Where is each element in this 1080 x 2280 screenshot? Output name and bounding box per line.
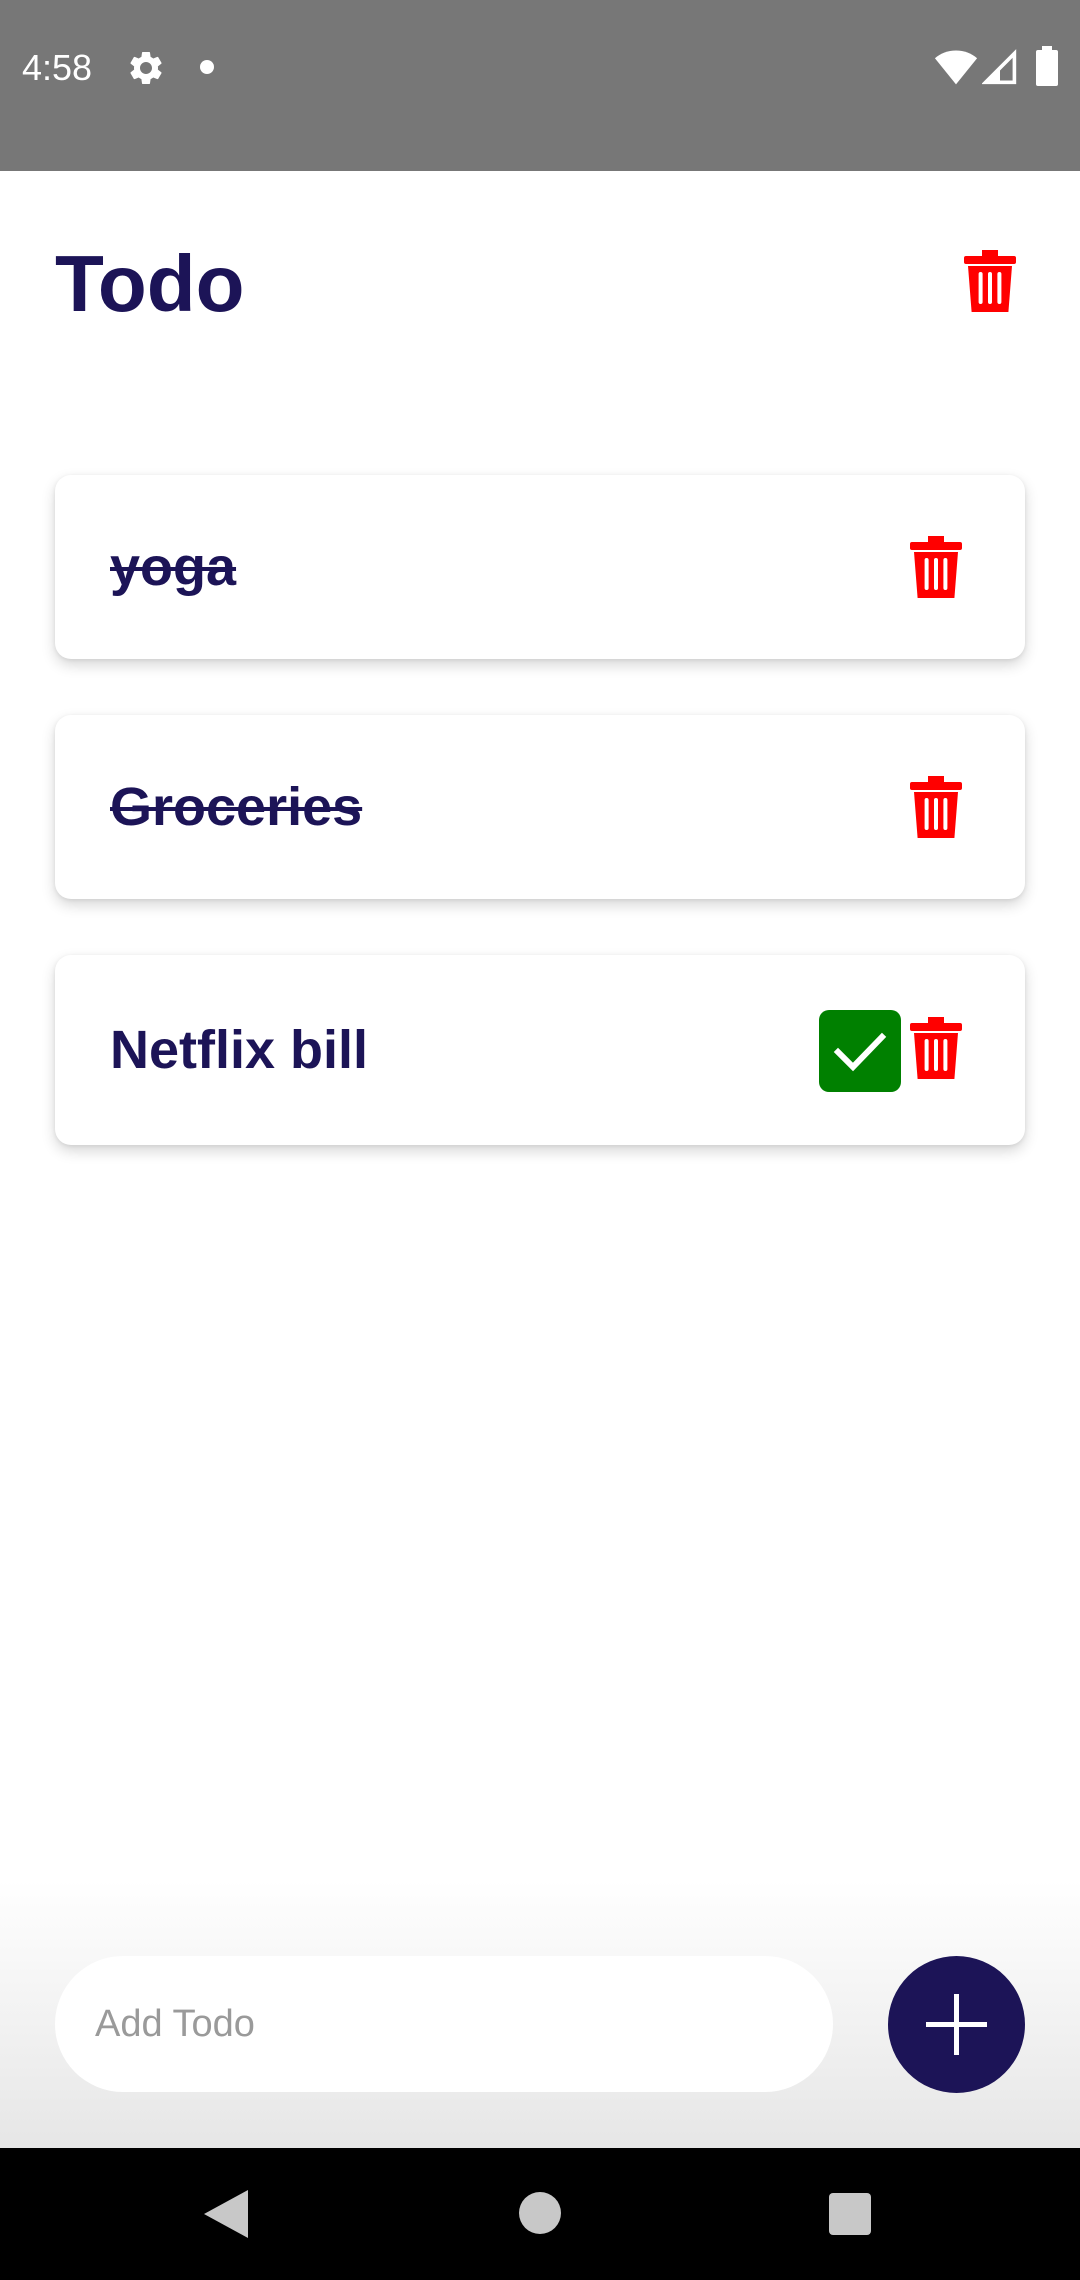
navigation-bar (0, 2148, 1080, 2280)
todo-item[interactable]: Netflix bill (55, 955, 1025, 1145)
trash-icon[interactable] (910, 536, 962, 598)
trash-icon[interactable] (910, 1017, 962, 1079)
battery-icon (1036, 46, 1058, 86)
notification-dot-icon (200, 60, 214, 74)
page-title: Todo (55, 239, 245, 328)
plus-icon (926, 1994, 987, 2055)
recents-icon[interactable] (829, 2193, 871, 2235)
status-bar: 4:58 (0, 0, 1080, 171)
back-icon[interactable] (204, 2190, 248, 2238)
gear-icon (130, 51, 162, 84)
signal-icon (982, 49, 1017, 85)
todo-item-text[interactable]: Groceries (110, 715, 362, 899)
todo-item-text[interactable]: Netflix bill (110, 955, 368, 1145)
delete-all-trash-icon[interactable] (964, 250, 1016, 312)
complete-checkbox[interactable] (819, 1010, 901, 1092)
todo-item-text[interactable]: yoga (110, 475, 236, 659)
home-icon[interactable] (519, 2192, 561, 2234)
add-todo-button[interactable] (888, 1956, 1025, 2093)
status-time: 4:58 (22, 47, 93, 88)
checkmark-icon (833, 1032, 887, 1072)
todo-item[interactable]: Groceries (55, 715, 1025, 899)
trash-icon[interactable] (910, 776, 962, 838)
wifi-icon (934, 50, 978, 85)
todo-item[interactable]: yoga (55, 475, 1025, 659)
add-todo-input[interactable] (55, 1956, 833, 2092)
